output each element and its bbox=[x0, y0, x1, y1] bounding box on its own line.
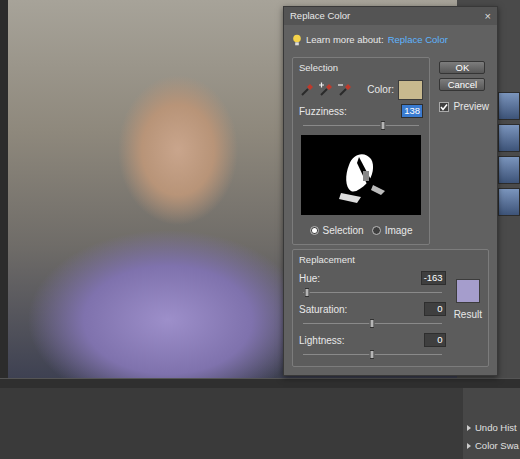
eyedropper-icon[interactable] bbox=[299, 82, 314, 97]
preview-label: Preview bbox=[453, 99, 489, 114]
view-option[interactable]: Selection bbox=[310, 223, 364, 238]
bin-thumbnail[interactable] bbox=[498, 124, 520, 152]
slider-header: Lightness: 0 bbox=[299, 333, 446, 348]
slider-label: Lightness: bbox=[299, 333, 345, 348]
slider-field[interactable]: 0 bbox=[424, 333, 446, 347]
view-radios: Selection Image bbox=[299, 223, 423, 238]
close-button[interactable]: × bbox=[485, 8, 491, 25]
view-label: Image bbox=[385, 223, 413, 238]
title-bar[interactable]: Replace Color × bbox=[284, 7, 497, 25]
fuzziness-field[interactable]: 138 bbox=[401, 104, 423, 118]
replacement-group: ReplacementHue:-163Saturation:0Lightness… bbox=[292, 249, 489, 367]
replacement-title: Replacement bbox=[299, 253, 482, 267]
radio-button[interactable] bbox=[372, 226, 381, 235]
slider-thumb[interactable] bbox=[381, 121, 386, 130]
replace-color-dialog: Replace Color × Learn more about: Replace C… bbox=[283, 6, 498, 376]
slider-field[interactable]: 0 bbox=[424, 302, 446, 316]
color-swatch[interactable] bbox=[398, 80, 423, 100]
eyedropper-subtract-icon[interactable] bbox=[337, 82, 352, 97]
slider-row: Lightness: 0 bbox=[299, 333, 446, 360]
preview-option[interactable]: Preview bbox=[439, 99, 489, 114]
slider-header: Hue: -163 bbox=[299, 271, 446, 286]
slider-thumb[interactable] bbox=[370, 319, 375, 328]
result-swatch bbox=[456, 279, 480, 303]
color-label: Color: bbox=[367, 82, 394, 97]
panel-label[interactable]: Color Swa bbox=[475, 439, 519, 453]
slider-track[interactable] bbox=[303, 120, 419, 130]
dialog-button[interactable]: Cancel bbox=[439, 78, 485, 91]
learn-more-row: Learn more about: Replace Color bbox=[284, 25, 497, 57]
panel-bin: Undo Hist Color Swa bbox=[463, 388, 520, 459]
slider-header: Saturation: 0 bbox=[299, 302, 446, 317]
radio-button[interactable] bbox=[310, 226, 319, 235]
slider-label: Saturation: bbox=[299, 302, 347, 317]
panel-label[interactable]: Undo Hist bbox=[475, 421, 517, 435]
dialog-title: Replace Color bbox=[290, 9, 350, 23]
preview-checkbox[interactable] bbox=[439, 102, 449, 112]
panel-tab[interactable]: Undo Hist bbox=[467, 421, 520, 435]
slider-track[interactable] bbox=[303, 287, 442, 297]
tool-row: Color: bbox=[299, 80, 423, 100]
bottom-area: Undo Hist Color Swa bbox=[0, 378, 520, 459]
slider-track[interactable] bbox=[303, 349, 442, 359]
slider-thumb[interactable] bbox=[370, 350, 375, 359]
view-label: Selection bbox=[323, 223, 364, 238]
slider-row: Hue: -163 bbox=[299, 271, 446, 298]
workspace: Replace Color × Learn more about: Replace C… bbox=[0, 0, 520, 378]
dialog-body: Selection Color: Fuzziness: 138 Selection Ima… bbox=[284, 57, 497, 244]
project-area bbox=[0, 388, 463, 459]
workspace-margin bbox=[0, 0, 8, 378]
selection-mask-image bbox=[301, 135, 421, 215]
fuzziness-row: Fuzziness: 138 bbox=[299, 104, 423, 119]
bin-thumbnail[interactable] bbox=[498, 156, 520, 184]
lightbulb-icon bbox=[292, 34, 302, 46]
selection-title: Selection bbox=[299, 61, 423, 75]
view-option[interactable]: Image bbox=[372, 223, 413, 238]
bin-thumbnail[interactable] bbox=[498, 92, 520, 120]
eyedropper-add-icon[interactable] bbox=[318, 82, 333, 97]
fuzziness-label: Fuzziness: bbox=[299, 104, 347, 119]
learn-more-link[interactable]: Replace Color bbox=[388, 33, 448, 47]
selection-preview bbox=[299, 135, 423, 215]
selection-group: Selection Color: Fuzziness: 138 Selection Ima… bbox=[292, 57, 430, 244]
slider-field[interactable]: -163 bbox=[421, 271, 446, 285]
dialog-button[interactable]: OK bbox=[439, 61, 485, 74]
result-label: Result bbox=[454, 307, 482, 322]
horizontal-scrollbar[interactable] bbox=[0, 378, 520, 388]
slider-row: Saturation: 0 bbox=[299, 302, 446, 329]
replacement-body: Hue: -163 Saturation: 0 Lightness: 0 Result bbox=[299, 271, 482, 360]
slider-track[interactable] bbox=[303, 318, 442, 328]
result-column: Result bbox=[454, 271, 482, 360]
slider-label: Hue: bbox=[299, 271, 320, 286]
slider-thumb[interactable] bbox=[305, 288, 310, 297]
button-column: OK Cancel Preview bbox=[439, 57, 489, 244]
bin-thumbnail[interactable] bbox=[498, 188, 520, 216]
learn-more-label: Learn more about: bbox=[306, 33, 384, 47]
expand-arrow-icon[interactable] bbox=[467, 443, 471, 449]
bottom-row: Undo Hist Color Swa bbox=[0, 388, 520, 459]
panel-tab[interactable]: Color Swa bbox=[467, 439, 520, 453]
expand-arrow-icon[interactable] bbox=[467, 425, 471, 431]
replacement-sliders: Hue: -163 Saturation: 0 Lightness: 0 bbox=[299, 271, 446, 360]
